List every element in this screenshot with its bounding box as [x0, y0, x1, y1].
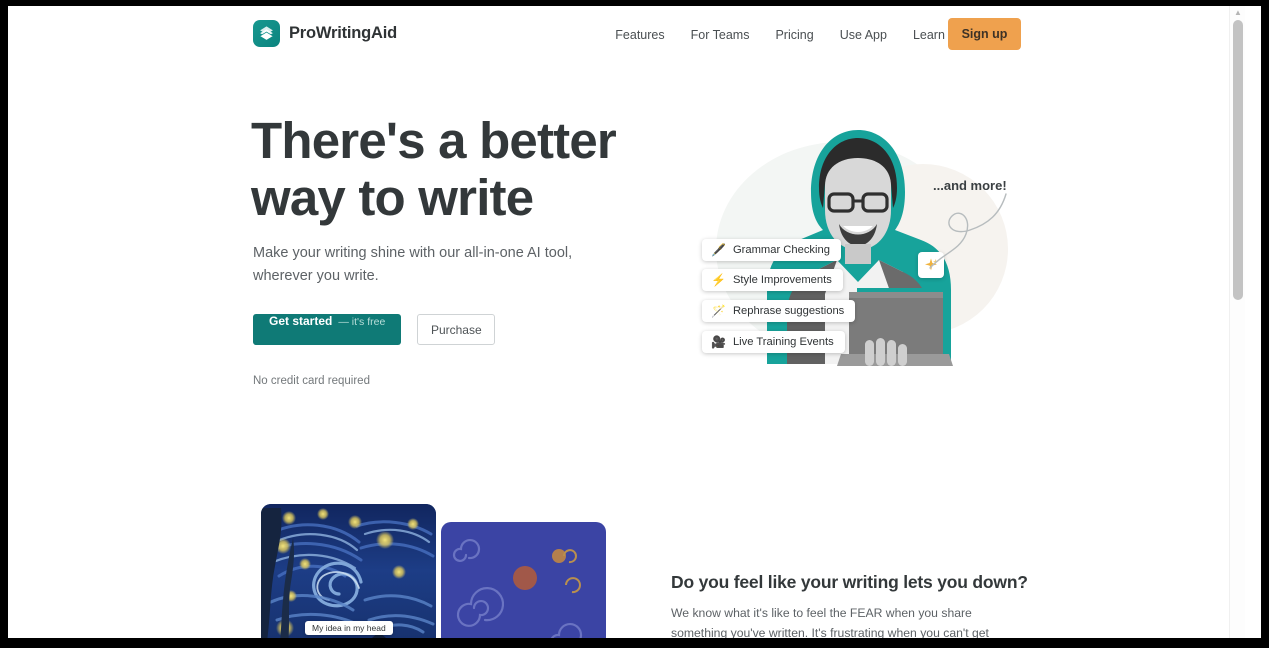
scroll-up-arrow-icon[interactable]: ▲: [1233, 8, 1243, 18]
site-header: ProWritingAid Features For Teams Pricing…: [8, 6, 1245, 63]
curly-pointer-line-icon: [929, 193, 1007, 269]
nav-link-features[interactable]: Features: [602, 28, 677, 42]
get-started-note: — it's free: [338, 316, 386, 328]
movie-camera-icon: 🎥: [711, 335, 726, 349]
feature-pill-label: Style Improvements: [732, 274, 832, 286]
feature-pill-label: Grammar Checking: [732, 244, 830, 256]
sign-up-button[interactable]: Sign up: [948, 18, 1021, 50]
feature-pill-rephrase-suggestions: 🪄 Rephrase suggestions: [702, 300, 856, 322]
feature-pill-style-improvements: ⚡ Style Improvements: [702, 269, 843, 291]
nav-link-pricing[interactable]: Pricing: [762, 28, 826, 42]
hero-subtitle: Make your writing shine with our all-in-…: [253, 245, 573, 284]
webpage: ProWritingAid Features For Teams Pricing…: [8, 6, 1245, 640]
nav-link-use-app[interactable]: Use App: [827, 28, 900, 42]
section-body-text: We know what it's like to feel the FEAR …: [671, 606, 989, 640]
section-heading: Do you feel like your writing lets you d…: [671, 572, 1028, 592]
scrollbar-thumb[interactable]: [1233, 20, 1243, 300]
get-started-button[interactable]: Get started — it's free: [253, 314, 402, 345]
plain-blue-canvas: [441, 522, 606, 640]
lightning-bolt-icon: ⚡: [711, 273, 726, 287]
feature-pill-label: Rephrase suggestions: [732, 305, 845, 317]
no-credit-card-note: No credit card required: [253, 375, 370, 387]
hero-cta-row: Get started — it's free Purchase: [253, 314, 496, 345]
quill-pen-icon: 🖋️: [711, 243, 726, 257]
vertical-scrollbar[interactable]: ▲: [1229, 6, 1245, 640]
image-caption-badge: My idea in my head: [305, 621, 393, 635]
nav-link-for-teams[interactable]: For Teams: [678, 28, 763, 42]
brand-name: ProWritingAid: [289, 24, 398, 42]
browser-window: ProWritingAid Features For Teams Pricing…: [0, 0, 1269, 648]
hero-illustration: 🖋️ Grammar Checking ⚡ Style Improvements…: [668, 104, 1028, 399]
starry-night-comparison-illustration: My idea in my head: [256, 504, 606, 640]
purchase-button[interactable]: Purchase: [417, 314, 496, 345]
starry-night-painting: My idea in my head: [261, 504, 436, 640]
magic-wand-icon: 🪄: [711, 304, 726, 318]
feature-pill-label: Live Training Events: [732, 336, 834, 348]
feature-pill-grammar-checking: 🖋️ Grammar Checking: [702, 239, 841, 261]
get-started-label: Get started: [269, 314, 333, 328]
page-title: There's a better way to write: [251, 112, 617, 226]
page-viewport: ProWritingAid Features For Teams Pricing…: [8, 6, 1261, 640]
stacked-pages-icon: [253, 20, 280, 47]
window-bottom-edge: [0, 638, 1269, 648]
feature-pill-live-training-events: 🎥 Live Training Events: [702, 331, 845, 353]
brand-logo[interactable]: ProWritingAid: [253, 20, 397, 47]
